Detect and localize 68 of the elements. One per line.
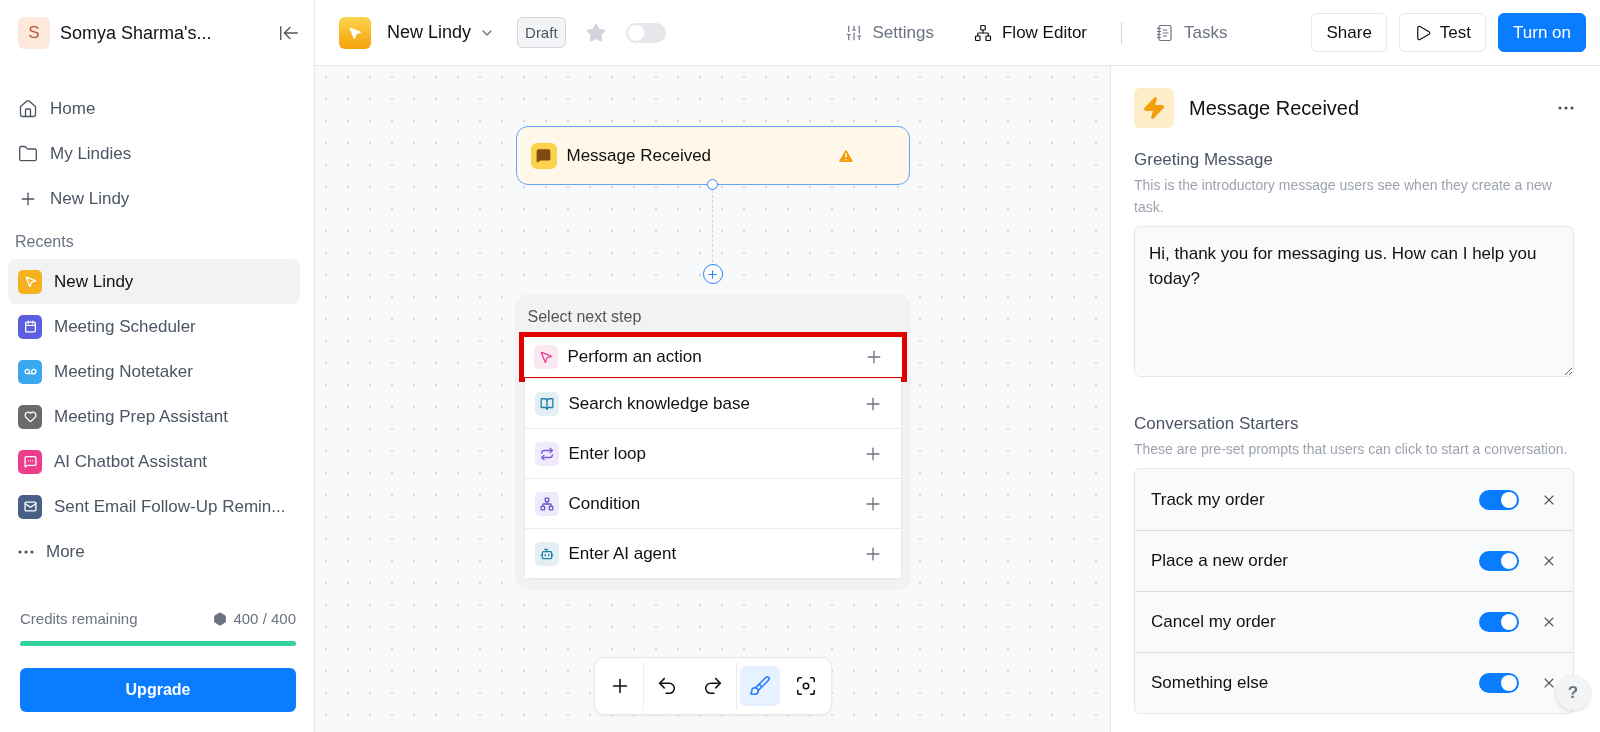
step-option[interactable]: Search knowledge base [524, 378, 901, 428]
panel-title: Message Received [1189, 96, 1361, 120]
section-title: Recents [14, 232, 75, 252]
credits-label: Credits remaining [20, 610, 138, 627]
connection-port[interactable] [707, 179, 718, 190]
field-label: Conversation Starters [1134, 414, 1300, 434]
tab[interactable]: Settings [824, 22, 954, 43]
chat-bolt-icon [530, 142, 557, 169]
recent-item[interactable]: Meeting Scheduler [8, 304, 300, 349]
step-option[interactable]: Condition [524, 478, 901, 528]
app-logo [339, 16, 371, 49]
ellipsis-icon [1558, 106, 1574, 110]
nav-item[interactable]: New Lindy [8, 176, 300, 221]
step-option[interactable]: Enter loop [524, 428, 901, 478]
starter-label: Place a new order [1151, 551, 1290, 571]
field-description: These are pre-set prompts that users can click to start a conversation. [1134, 440, 1569, 459]
home-icon [18, 98, 38, 119]
brush-button[interactable] [739, 666, 780, 706]
recent-item[interactable]: New Lindy [8, 259, 300, 304]
nav-item[interactable]: My Lindies [8, 131, 300, 176]
share-button[interactable]: Share [1311, 13, 1387, 52]
toggle-switch[interactable] [625, 22, 666, 43]
starter-toggle[interactable] [1479, 551, 1519, 571]
credits-reading: 400 / 400 [233, 610, 296, 627]
folder-icon [18, 143, 38, 164]
workspace-avatar: S [18, 17, 50, 49]
bolt-icon [1134, 88, 1174, 128]
starter-toggle[interactable] [1479, 612, 1519, 632]
recent-item[interactable]: Meeting Notetaker [8, 349, 300, 394]
add-step-button[interactable] [702, 264, 723, 284]
more-options-button[interactable] [1558, 106, 1574, 110]
flow-icon [973, 23, 992, 42]
starter-label: Cancel my order [1151, 612, 1277, 632]
starter-label: Track my order [1151, 489, 1266, 510]
trigger-node[interactable]: Message Received [515, 126, 910, 185]
recent-item[interactable]: Meeting Prep Assistant [8, 394, 300, 439]
test-button[interactable]: Test [1398, 13, 1487, 52]
help-button[interactable]: ? [1556, 676, 1590, 710]
ellipsis-icon [18, 549, 34, 554]
starter-toggle[interactable] [1479, 489, 1519, 510]
notebook-icon [1156, 23, 1174, 42]
brush-icon [748, 675, 771, 697]
draft-badge: Draft [517, 17, 566, 48]
nav-item[interactable]: Home [8, 86, 300, 131]
greeting-input[interactable]: Hi, thank you for messaging us. How can I help you today? [1134, 226, 1574, 377]
step-option[interactable]: Perform an action [518, 332, 907, 382]
more-link[interactable]: More [8, 529, 300, 574]
focus-icon [794, 675, 817, 697]
hexagon-icon [213, 611, 228, 626]
trigger-label: Message Received [566, 145, 713, 166]
title-dropdown[interactable]: New Lindy [383, 22, 500, 43]
tab[interactable]: Flow Editor [953, 22, 1107, 43]
workspace-name: Somya Sharma's... [60, 22, 213, 44]
tab[interactable]: Tasks [1136, 22, 1248, 43]
upgrade-button[interactable]: Upgrade [20, 668, 296, 712]
step-menu-title: Select next step [526, 308, 643, 327]
starter-toggle[interactable] [1479, 673, 1519, 693]
connector-line [712, 190, 713, 262]
starter-label: Something else [1151, 673, 1270, 693]
plus-icon [706, 267, 719, 281]
star-button[interactable] [585, 22, 606, 43]
field-description: This is the introductory message users see when they create a new task. [1134, 176, 1553, 217]
turn-on-button[interactable]: Turn on [1498, 13, 1586, 52]
recent-item[interactable]: AI Chatbot Assistant [8, 439, 300, 484]
recent-item[interactable]: Sent Email Follow-Up Remin... [8, 484, 300, 529]
sliders-icon [844, 23, 863, 42]
step-option[interactable]: Enter AI agent [524, 528, 901, 578]
field-label: Greeting Message [1134, 150, 1274, 170]
